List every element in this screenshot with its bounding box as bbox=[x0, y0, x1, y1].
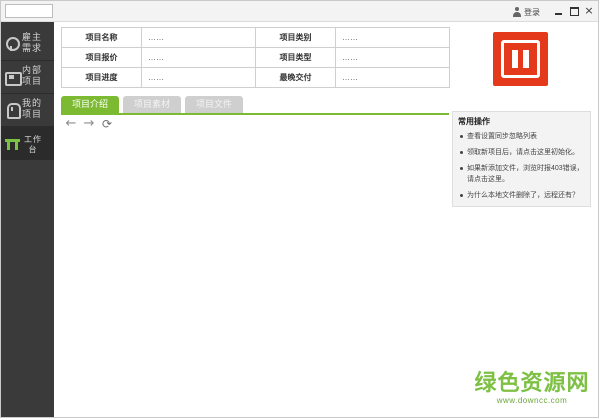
field-label-project-type: 项目类型 bbox=[255, 47, 336, 68]
tab-project-intro[interactable]: 项目介绍 bbox=[61, 96, 119, 113]
sidebar: 雇主需求 内部项目 我的项目 工作台 bbox=[1, 22, 54, 417]
search-input[interactable] bbox=[5, 4, 53, 18]
app-window: 登录 × 雇主需求 内部项目 我的项目 工作台 项目名称 …… 项目类别 …… bbox=[0, 0, 599, 418]
field-value-project-name: …… bbox=[141, 27, 256, 48]
operation-link-initialize[interactable]: 领取新项目后，请点击这里初始化。 bbox=[457, 147, 590, 158]
sidebar-item-label: 我的项目 bbox=[22, 98, 43, 119]
project-info-table: 项目名称 …… 项目类别 …… 项目报价 …… 项目类型 …… 项目进度 …… … bbox=[61, 27, 450, 88]
sidebar-item-my-project[interactable]: 我的项目 bbox=[1, 94, 54, 127]
field-label-project-category: 项目类别 bbox=[255, 27, 336, 48]
field-value-project-quote: …… bbox=[141, 47, 256, 68]
sidebar-item-label: 雇主需求 bbox=[22, 32, 43, 53]
watermark: 绿色资源网 www.downcc.com bbox=[467, 371, 597, 406]
watermark-brand: 绿色资源网 bbox=[474, 371, 590, 396]
sidebar-item-label: 内部项目 bbox=[22, 65, 43, 86]
browser-toolbar: ← → ⟳ bbox=[61, 115, 449, 132]
internal-project-icon bbox=[5, 70, 22, 86]
login-button[interactable]: 登录 bbox=[512, 6, 540, 18]
field-value-project-progress: …… bbox=[141, 67, 256, 88]
tab-project-files[interactable]: 项目文件 bbox=[185, 96, 243, 113]
field-label-project-name: 项目名称 bbox=[61, 27, 142, 48]
logo-bar bbox=[512, 50, 518, 68]
field-value-project-type: …… bbox=[335, 47, 450, 68]
user-icon bbox=[512, 7, 522, 17]
field-value-project-category: …… bbox=[335, 27, 450, 48]
tab-bar: 项目介绍 项目素材 项目文件 bbox=[61, 96, 247, 113]
watermark-url: www.downcc.com bbox=[496, 396, 568, 405]
logo-frame bbox=[501, 40, 540, 78]
field-label-latest-delivery: 最晚交付 bbox=[255, 67, 336, 88]
minimize-button[interactable] bbox=[552, 5, 564, 17]
pause-logo-icon bbox=[493, 32, 548, 86]
common-operations-panel: 常用操作 查看设置同步忽略列表 领取新项目后，请点击这里初始化。 如果新添加文件… bbox=[452, 111, 591, 207]
logo-bar bbox=[523, 50, 529, 68]
title-bar: 登录 × bbox=[1, 1, 598, 22]
close-button[interactable]: × bbox=[583, 5, 595, 17]
login-label: 登录 bbox=[524, 7, 540, 17]
refresh-icon[interactable]: ⟳ bbox=[100, 117, 114, 131]
operations-list: 查看设置同步忽略列表 领取新项目后，请点击这里初始化。 如果新添加文件，浏览时报… bbox=[457, 126, 590, 201]
table-row: 项目报价 …… 项目类型 …… bbox=[61, 47, 450, 68]
sidebar-item-label: 工作台 bbox=[24, 135, 42, 154]
operation-link-remote-file[interactable]: 为什么本地文件删除了，远程还有？ bbox=[457, 190, 590, 201]
sidebar-item-employer-demand[interactable]: 雇主需求 bbox=[1, 28, 54, 61]
field-label-project-progress: 项目进度 bbox=[61, 67, 142, 88]
field-label-project-quote: 项目报价 bbox=[61, 47, 142, 68]
operation-link-sync-ignore-list[interactable]: 查看设置同步忽略列表 bbox=[457, 131, 590, 142]
table-row: 项目名称 …… 项目类别 …… bbox=[61, 27, 450, 48]
forward-arrow-icon[interactable]: → bbox=[82, 116, 96, 131]
tab-project-materials[interactable]: 项目素材 bbox=[123, 96, 181, 113]
sidebar-item-internal-project[interactable]: 内部项目 bbox=[1, 61, 54, 94]
sidebar-item-workbench[interactable]: 工作台 bbox=[1, 127, 54, 160]
employer-icon bbox=[5, 37, 20, 51]
my-project-icon bbox=[5, 103, 21, 119]
back-arrow-icon[interactable]: ← bbox=[64, 116, 78, 131]
workbench-icon bbox=[5, 136, 20, 150]
maximize-button[interactable] bbox=[568, 5, 580, 17]
table-row: 项目进度 …… 最晚交付 …… bbox=[61, 67, 450, 88]
field-value-latest-delivery: …… bbox=[335, 67, 450, 88]
operation-link-403-error[interactable]: 如果新添加文件，浏览时报403错误，请点击这里。 bbox=[457, 163, 590, 185]
